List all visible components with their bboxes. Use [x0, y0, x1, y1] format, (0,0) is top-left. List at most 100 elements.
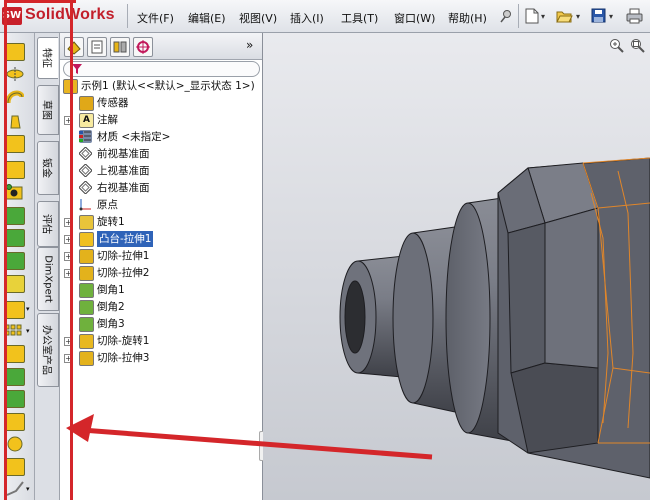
tab-office-products-label: 办公室产品: [40, 325, 52, 375]
open-folder-icon[interactable]: [556, 9, 573, 23]
revolved-cut-icon[interactable]: [5, 207, 25, 225]
boss-extrude-icon: [79, 232, 94, 247]
tree-item[interactable]: 右视基准面: [60, 180, 262, 196]
tab-dimxpert[interactable]: DimXpert: [37, 247, 59, 311]
tree-item[interactable]: + 旋转1: [60, 214, 262, 230]
tree-item-label: 传感器: [97, 97, 129, 109]
tree-item[interactable]: 传感器: [60, 95, 262, 111]
material-icon: [79, 130, 92, 143]
tree-item-label: 切除-拉伸2: [97, 267, 150, 279]
intersect-icon[interactable]: [6, 435, 24, 453]
configuration-manager-icon[interactable]: [110, 37, 130, 57]
plane-icon: [78, 180, 93, 195]
command-manager-tabs: 特征 草图 钣金 评估 DimXpert 办公室产品: [35, 33, 60, 500]
property-manager-icon[interactable]: [87, 37, 107, 57]
lofted-cut-icon[interactable]: [5, 252, 25, 270]
menu-tools[interactable]: 工具(T): [341, 10, 378, 26]
tree-item[interactable]: + 凸台-拉伸1: [60, 231, 262, 247]
tab-evaluate[interactable]: 评估: [37, 201, 59, 247]
swept-cut-icon[interactable]: [5, 229, 25, 247]
tree-item-label: 倒角1: [97, 284, 125, 296]
tree-item-label: 倒角3: [97, 318, 125, 330]
dome-icon[interactable]: [5, 458, 25, 476]
lofted-boss-icon[interactable]: [6, 112, 24, 130]
reference-dropdown-chevron-icon[interactable]: ▾: [26, 485, 30, 493]
menu-bar: SW SolidWorks 文件(F) 编辑(E) 视图(V) 插入(I) 工具…: [0, 0, 650, 33]
chamfer-icon: [79, 317, 94, 332]
tab-sketch[interactable]: 草图: [37, 85, 59, 135]
tree-item-label: 切除-旋转1: [97, 335, 150, 347]
tree-item[interactable]: 材质 <未指定>: [60, 129, 262, 145]
toolbar-separator: [518, 4, 519, 28]
tree-item[interactable]: + 切除-旋转1: [60, 333, 262, 349]
reference-geometry-icon[interactable]: [6, 481, 24, 497]
pattern-dropdown-chevron-icon[interactable]: ▾: [26, 327, 30, 335]
menu-help[interactable]: 帮助(H): [448, 10, 487, 26]
new-dropdown-chevron-icon[interactable]: ▾: [541, 12, 545, 30]
save-icon[interactable]: [591, 8, 606, 23]
panel-expand-button[interactable]: »: [246, 38, 253, 52]
tree-item[interactable]: 原点: [60, 197, 262, 213]
menu-edit[interactable]: 编辑(E): [188, 10, 226, 26]
tree-item[interactable]: 倒角1: [60, 282, 262, 298]
tab-evaluate-label: 评估: [40, 214, 52, 234]
open-dropdown-chevron-icon[interactable]: ▾: [576, 12, 580, 30]
dimxpert-manager-icon[interactable]: [133, 37, 153, 57]
tab-dimxpert-label: DimXpert: [42, 255, 54, 303]
linear-pattern-icon[interactable]: [4, 323, 24, 337]
tree-item[interactable]: 示例1 (默认<<默认>_显示状态 1>): [60, 78, 262, 94]
tree-item-label: 凸台-拉伸1: [97, 231, 154, 247]
print-icon[interactable]: [626, 8, 643, 24]
cut-revolve-icon: [79, 334, 94, 349]
annotation-red-arrow-icon: [66, 414, 433, 460]
tree-item[interactable]: + 切除-拉伸3: [60, 350, 262, 366]
save-dropdown-chevron-icon[interactable]: ▾: [609, 12, 613, 30]
app-logo[interactable]: SW SolidWorks: [2, 5, 120, 27]
menu-window[interactable]: 窗口(W): [394, 10, 435, 26]
tree-item-label: 前视基准面: [97, 148, 150, 160]
draft-icon[interactable]: [5, 368, 25, 386]
rib-icon[interactable]: [5, 345, 25, 363]
feature-filter-input[interactable]: [63, 61, 260, 77]
tree-item-label: 注解: [97, 114, 118, 126]
hole-wizard-icon[interactable]: [5, 184, 25, 200]
cut-extrude-icon: [79, 249, 94, 264]
menu-file[interactable]: 文件(F): [137, 10, 174, 26]
extruded-boss-icon[interactable]: [5, 43, 25, 61]
tree-item[interactable]: 倒角3: [60, 316, 262, 332]
tree-item[interactable]: 倒角2: [60, 299, 262, 315]
tree-item[interactable]: 前视基准面: [60, 146, 262, 162]
menu-view[interactable]: 视图(V): [239, 10, 277, 26]
plane-icon: [78, 163, 93, 178]
fillet-dropdown-chevron-icon[interactable]: ▾: [26, 305, 30, 313]
tree-item[interactable]: + A 注解: [60, 112, 262, 128]
tree-item-label: 示例1 (默认<<默认>_显示状态 1>): [81, 80, 255, 92]
pin-icon[interactable]: [499, 9, 513, 23]
tree-item[interactable]: + 切除-拉伸2: [60, 265, 262, 281]
feature-manager-icon[interactable]: [64, 37, 84, 57]
menu-insert[interactable]: 插入(I): [290, 10, 324, 26]
tree-item[interactable]: + 切除-拉伸1: [60, 248, 262, 264]
tree-item-label: 右视基准面: [97, 182, 150, 194]
fillet-icon[interactable]: [5, 301, 25, 319]
tree-item-label: 原点: [97, 199, 118, 211]
swept-boss-icon[interactable]: [6, 89, 24, 105]
extruded-cut-icon[interactable]: [5, 161, 25, 179]
tab-features[interactable]: 特征: [37, 37, 58, 79]
revolve-icon: [79, 215, 94, 230]
menu-separator: [127, 4, 128, 28]
tree-item[interactable]: 上视基准面: [60, 163, 262, 179]
boundary-cut-icon[interactable]: [5, 275, 25, 293]
cut-extrude-icon: [79, 266, 94, 281]
new-document-icon[interactable]: [525, 8, 539, 24]
tree-item-label: 倒角2: [97, 301, 125, 313]
revolved-boss-icon[interactable]: [5, 67, 25, 81]
tree-item-label: 上视基准面: [97, 165, 150, 177]
tree-item-label: 切除-拉伸1: [97, 250, 150, 262]
tab-sheet-metal[interactable]: 钣金: [37, 141, 59, 195]
tab-office-products[interactable]: 办公室产品: [37, 313, 59, 387]
wrap-icon[interactable]: [5, 413, 25, 431]
origin-icon: [79, 198, 92, 211]
boundary-boss-icon[interactable]: [5, 135, 25, 153]
shell-icon[interactable]: [5, 390, 25, 408]
